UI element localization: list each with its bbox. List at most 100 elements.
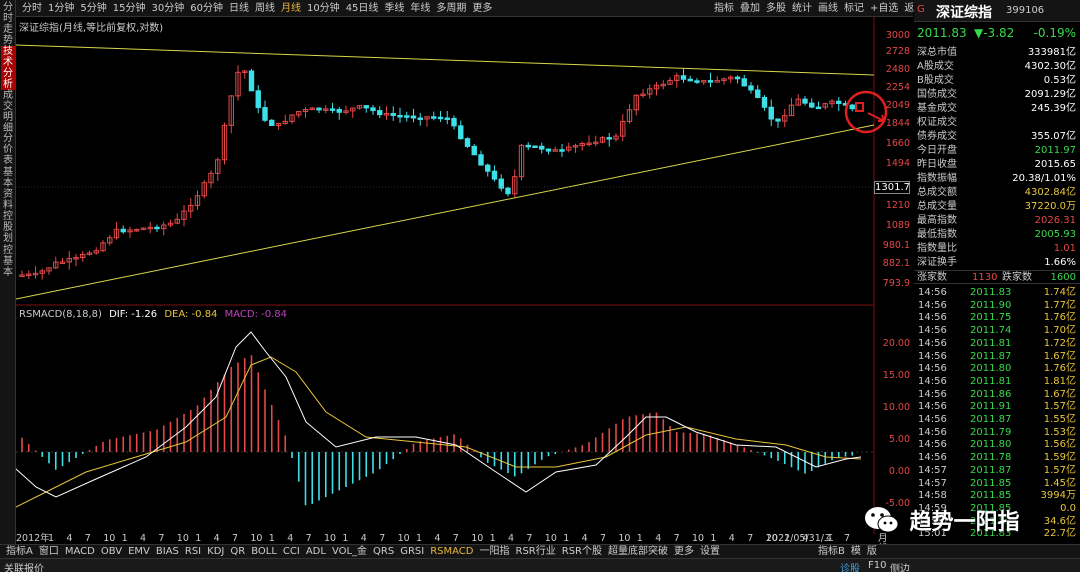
dea-line [16, 356, 862, 508]
tick-row: 14:56 2011.91 1.57亿 [914, 401, 1076, 414]
sidebar-tab-basic[interactable]: 控基本 [1, 245, 15, 278]
indicator-tab-7[interactable]: KDJ [204, 545, 227, 559]
indicator-tab-4[interactable]: EMV [125, 545, 153, 559]
indicator-tab-1[interactable]: 窗口 [36, 545, 62, 559]
period-tab-9[interactable]: 10分钟 [304, 0, 343, 17]
toolbar-button-3[interactable]: 统计 [789, 0, 815, 17]
group-flag: G [917, 4, 925, 15]
quote-panel: G 深证综指 399106 2011.83 ▼-3.82 -0.19% 深总市值… [914, 0, 1080, 544]
indicator-tab-19[interactable]: 超量底部突破 [605, 545, 671, 559]
period-tab-6[interactable]: 日线 [226, 0, 252, 17]
tick-price: 2011.87 [970, 350, 1012, 362]
toolbar-button-6[interactable]: +自选 [867, 0, 901, 17]
tick-row: 14:56 2011.80 1.76亿 [914, 363, 1076, 376]
indicator-right-tab-2[interactable]: 版 [864, 545, 880, 559]
period-tab-12[interactable]: 年线 [407, 0, 433, 17]
indicator-tab-17[interactable]: RSR行业 [513, 545, 559, 559]
indicator-tab-9[interactable]: BOLL [248, 545, 280, 559]
sidebar-tab-technical[interactable]: 技术分析 [1, 46, 15, 90]
period-tab-14[interactable]: 更多 [469, 0, 495, 17]
tick-time: 14:56 [918, 452, 947, 464]
indicator-tab-21[interactable]: 设置 [697, 545, 723, 559]
candle-body [478, 154, 484, 166]
tick-volume: 1.77亿 [1043, 299, 1076, 311]
status-diagnose[interactable]: 诊股 [840, 560, 860, 572]
indicator-tab-15[interactable]: RSMACD [427, 545, 476, 559]
period-tab-10[interactable]: 45日线 [343, 0, 382, 17]
indicator-tab-8[interactable]: QR [227, 545, 248, 559]
toolbar-button-0[interactable]: 指标 [711, 0, 737, 17]
period-tab-5[interactable]: 60分钟 [187, 0, 226, 17]
time-axis-label: 4 [140, 533, 147, 544]
time-axis-label: 10 [618, 533, 631, 544]
tick-volume: 1.70亿 [1043, 325, 1076, 337]
period-tab-11[interactable]: 季线 [381, 0, 407, 17]
candle-body [397, 114, 403, 118]
time-axis-label: 10 [692, 533, 705, 544]
indicator-tab-11[interactable]: ADL [303, 545, 329, 559]
time-axis-label: 1 [416, 533, 423, 544]
candle-body [485, 164, 491, 172]
kline-chart[interactable] [16, 17, 914, 534]
price-axis: 3000272824802254204918441660149413451210… [874, 30, 910, 300]
price-axis-label: 1089 [885, 220, 910, 231]
tick-volume: 1.67亿 [1043, 388, 1076, 400]
tick-price: 2011.74 [970, 325, 1012, 337]
tick-row: 14:56 2011.90 1.77亿 [914, 300, 1076, 313]
indicator-right-tab-0[interactable]: 指标B [815, 545, 848, 559]
tick-time: 14:56 [918, 388, 947, 400]
status-left[interactable]: 关联报价 [4, 560, 44, 572]
status-side[interactable]: 侧边 [890, 560, 910, 572]
time-axis-label: 4 [581, 533, 588, 544]
indicator-tab-12[interactable]: VOL_金 [329, 545, 370, 559]
sidebar-tab-intraday[interactable]: 分时走势 [1, 2, 15, 46]
indicator-tab-18[interactable]: RSR个股 [559, 545, 605, 559]
period-tab-1[interactable]: 1分钟 [45, 0, 77, 17]
change-percent: -0.19% [1033, 26, 1076, 40]
tick-volume: 1.81亿 [1043, 375, 1076, 387]
macd-axis: 20.00 15.00 10.00 5.00 0.00 -5.00 [874, 338, 910, 509]
time-axis-label: 4 [66, 533, 73, 544]
indicator-tab-2[interactable]: MACD [62, 545, 98, 559]
tick-row: 14:56 2011.83 1.74亿 [914, 287, 1076, 300]
toolbar-button-5[interactable]: 标记 [841, 0, 867, 17]
indicator-tab-10[interactable]: CCI [280, 545, 303, 559]
indicator-tab-3[interactable]: OBV [98, 545, 125, 559]
period-tab-3[interactable]: 15分钟 [110, 0, 149, 17]
sidebar-tab-trades[interactable]: 成交明细 [1, 90, 15, 134]
period-tab-4[interactable]: 30分钟 [148, 0, 187, 17]
indicator-tab-20[interactable]: 更多 [671, 545, 697, 559]
stat-row: 深证换手 1.66% [914, 255, 1076, 271]
indicator-tab-13[interactable]: QRS [370, 545, 397, 559]
candle-body [329, 108, 336, 111]
period-tab-8[interactable]: 月线 [278, 0, 304, 17]
candle-body [120, 228, 126, 233]
period-tab-13[interactable]: 多周期 [433, 0, 469, 17]
sidebar-tab-profile[interactable]: 基本资料 [1, 167, 15, 211]
indicator-tab-0[interactable]: 指标A [3, 545, 36, 559]
candle-body [755, 89, 761, 98]
period-tab-2[interactable]: 5分钟 [77, 0, 109, 17]
tick-row: 14:56 2011.74 1.70亿 [914, 325, 1076, 338]
indicator-tab-16[interactable]: 一阳指 [477, 545, 513, 559]
tick-row: 14:56 2011.75 1.76亿 [914, 312, 1076, 325]
candle-body [437, 116, 444, 120]
sidebar-tab-holdings[interactable]: 控股划 [1, 211, 15, 244]
sidebar-tab-price-table[interactable]: 分价表 [1, 133, 15, 166]
indicator-tab-5[interactable]: BIAS [153, 545, 182, 559]
candle-body [525, 144, 531, 148]
status-f10[interactable]: F10 [868, 560, 886, 571]
indicator-tab-14[interactable]: GRSI [397, 545, 427, 559]
time-axis-label: 7 [379, 533, 386, 544]
toolbar-button-1[interactable]: 叠加 [737, 0, 763, 17]
up-label: 涨家数 [917, 272, 947, 283]
indicator-tab-6[interactable]: RSI [182, 545, 204, 559]
candle-body [431, 116, 437, 119]
period-tab-0[interactable]: 分时 [19, 0, 45, 17]
period-tab-7[interactable]: 周线 [252, 0, 278, 17]
toolbar-button-4[interactable]: 画线 [815, 0, 841, 17]
toolbar-button-2[interactable]: 多股 [763, 0, 789, 17]
indicator-right-tab-1[interactable]: 模 [848, 545, 864, 559]
tick-volume: 1.57亿 [1043, 401, 1076, 413]
candle-body [154, 226, 160, 230]
